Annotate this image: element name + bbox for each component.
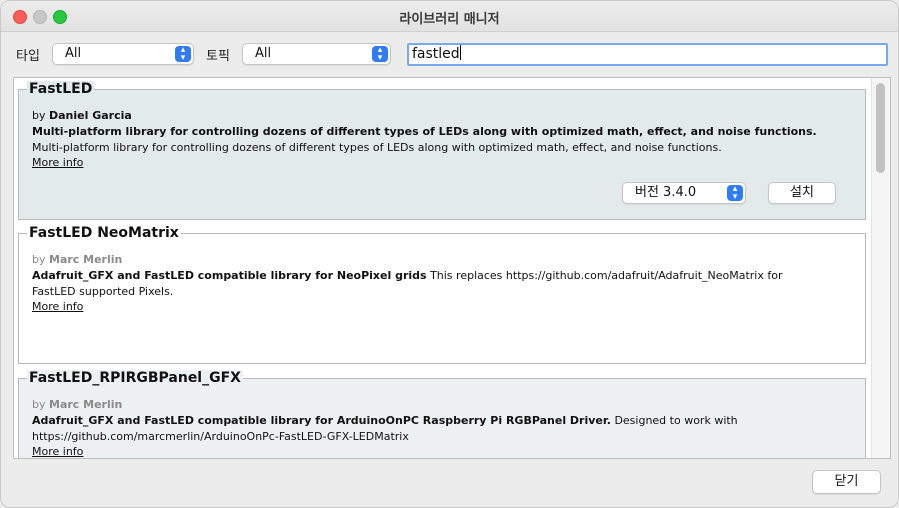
topic-label: 토픽 [206, 49, 230, 64]
library-author: Daniel Garcia [49, 109, 132, 122]
library-name: FastLED NeoMatrix [27, 225, 181, 241]
library-paragraph-line2: FastLED supported Pixels. [32, 285, 174, 298]
library-item-fastled-rpirgbpanel-gfx[interactable]: FastLED_RPIRGBPanel_GFX by Marc Merlin A… [18, 370, 866, 458]
title-bar: 라이브러리 매니저 [1, 1, 898, 32]
library-author: Marc Merlin [49, 398, 123, 411]
topic-select[interactable]: All ▴ ▾ [242, 43, 391, 65]
more-info-link[interactable]: More info [32, 300, 83, 313]
version-select-value: 버전 3.4.0 [635, 185, 697, 200]
search-input-value: fastled [412, 46, 460, 62]
library-author: Marc Merlin [49, 253, 123, 266]
library-description: Adafruit_GFX and FastLED compatible libr… [32, 414, 738, 427]
library-author-line: by Daniel Garcia [32, 109, 132, 122]
vertical-scrollbar[interactable] [871, 78, 890, 458]
library-paragraph-line1: Designed to work with [614, 414, 738, 427]
more-info-link[interactable]: More info [32, 445, 83, 458]
library-list[interactable]: FastLED by Daniel Garcia Multi-platform … [13, 77, 891, 459]
window-title: 라이브러리 매니저 [399, 12, 500, 27]
more-info-link[interactable]: More info [32, 156, 83, 169]
library-sentence: Multi-platform library for controlling d… [32, 125, 817, 138]
type-select-value: All [65, 46, 82, 61]
library-manager-window: 라이브러리 매니저 타입 All ▴ ▾ 토픽 All ▴ ▾ fastled Fa… [0, 0, 899, 508]
library-paragraph: Multi-platform library for controlling d… [32, 141, 722, 154]
close-button[interactable]: 닫기 [812, 470, 881, 494]
version-select[interactable]: 버전 3.4.0 ▴ ▾ [622, 182, 746, 204]
library-item-fastled-neomatrix[interactable]: FastLED NeoMatrix by Marc Merlin Adafrui… [18, 225, 866, 364]
topic-select-value: All [255, 46, 272, 61]
library-sentence: Adafruit_GFX and FastLED compatible libr… [32, 269, 427, 282]
library-name: FastLED [27, 81, 95, 97]
library-author-line: by Marc Merlin [32, 253, 123, 266]
text-cursor [459, 45, 461, 60]
type-select[interactable]: All ▴ ▾ [52, 43, 194, 65]
library-paragraph-line1: This replaces https://github.com/adafrui… [430, 269, 783, 282]
library-author-line: by Marc Merlin [32, 398, 123, 411]
type-label: 타입 [16, 49, 40, 64]
library-sentence: Adafruit_GFX and FastLED compatible libr… [32, 414, 611, 427]
library-name: FastLED_RPIRGBPanel_GFX [27, 370, 243, 386]
library-item-fastled[interactable]: FastLED by Daniel Garcia Multi-platform … [18, 81, 866, 220]
chevron-updown-icon: ▴ ▾ [727, 185, 743, 202]
chevron-updown-icon: ▴ ▾ [372, 46, 388, 63]
scrollbar-thumb[interactable] [876, 83, 885, 173]
library-description: Adafruit_GFX and FastLED compatible libr… [32, 269, 783, 282]
install-button[interactable]: 설치 [768, 182, 836, 204]
search-input[interactable]: fastled [407, 43, 888, 66]
chevron-updown-icon: ▴ ▾ [175, 46, 191, 63]
library-paragraph-line2: https://github.com/marcmerlin/ArduinoOnP… [32, 430, 409, 443]
